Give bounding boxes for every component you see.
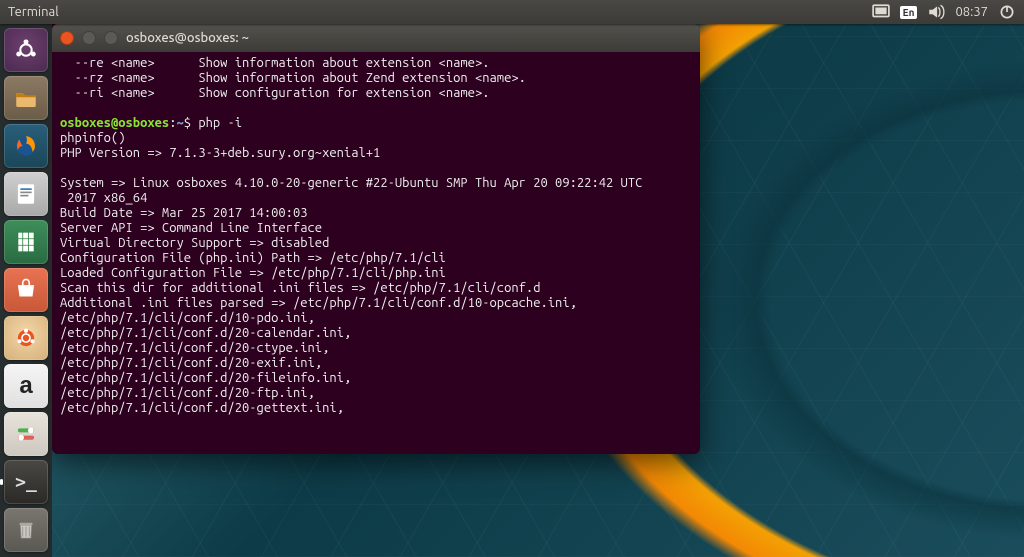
power-icon[interactable] (998, 3, 1016, 21)
launcher-ubuntu-help[interactable] (4, 316, 48, 360)
keyboard-lang-indicator[interactable]: En (900, 6, 918, 19)
terminal-content[interactable]: --re <name> Show information about exten… (52, 52, 700, 454)
launcher-terminal[interactable]: >_ (4, 460, 48, 504)
terminal-window: osboxes@osboxes: ~ --re <name> Show info… (52, 24, 700, 454)
terminal-icon: >_ (15, 472, 37, 493)
amazon-logo-icon: a (19, 372, 32, 400)
launcher-libreoffice-writer[interactable] (4, 172, 48, 216)
window-maximize-button[interactable] (104, 31, 118, 45)
window-minimize-button[interactable] (82, 31, 96, 45)
launcher-libreoffice-calc[interactable] (4, 220, 48, 264)
launcher-dash[interactable] (4, 28, 48, 72)
screen-icon[interactable] (872, 3, 890, 21)
launcher-system-settings[interactable] (4, 412, 48, 456)
launcher-amazon[interactable]: a (4, 364, 48, 408)
top-panel: Terminal En 08:37 (0, 0, 1024, 24)
launcher-software-center[interactable] (4, 268, 48, 312)
launcher-trash[interactable] (4, 508, 48, 552)
active-app-title: Terminal (8, 5, 59, 19)
volume-icon[interactable] (927, 3, 945, 21)
unity-launcher: a >_ (0, 24, 52, 557)
window-close-button[interactable] (60, 31, 74, 45)
launcher-firefox[interactable] (4, 124, 48, 168)
terminal-titlebar[interactable]: osboxes@osboxes: ~ (52, 24, 700, 52)
launcher-files[interactable] (4, 76, 48, 120)
clock[interactable]: 08:37 (955, 5, 988, 19)
terminal-title: osboxes@osboxes: ~ (126, 31, 249, 45)
